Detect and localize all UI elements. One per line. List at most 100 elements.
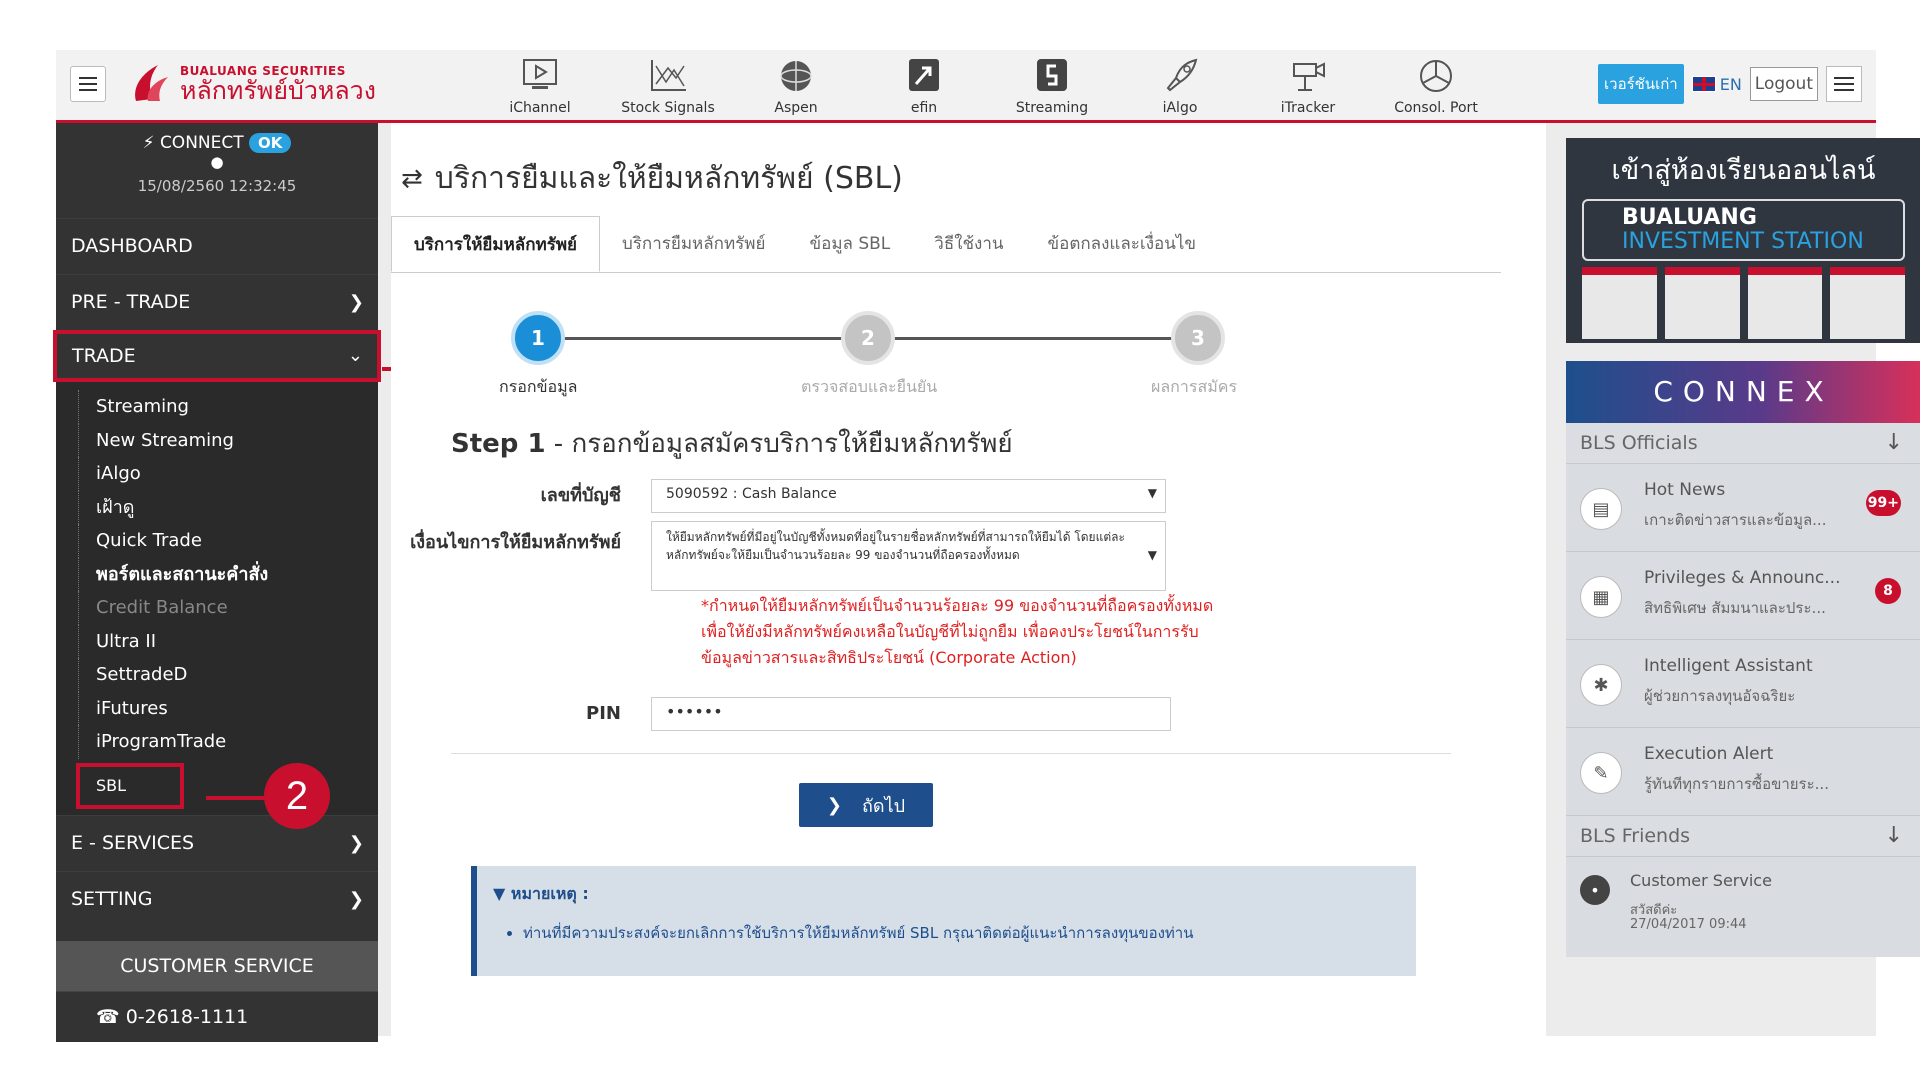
arrow-down-icon: ↓ [1884, 823, 1903, 848]
ialgo-rocket-icon [1166, 58, 1198, 92]
step-1-dot: 1 [511, 311, 565, 365]
app-stock-signals[interactable]: Stock Signals [604, 50, 732, 120]
menu-toggle-button[interactable] [70, 66, 106, 102]
gift-icon: ▦ [1580, 576, 1622, 618]
channel-subtitle: สิทธิพิเศษ สัมมนาและประ... [1644, 599, 1826, 617]
caret-down-icon: ▼ [1147, 548, 1157, 562]
submenu-settraded[interactable]: SettradeD [56, 658, 378, 692]
online-class-banner[interactable]: เข้าสู่ห้องเรียนออนไลน์ BUALUANG INVESTM… [1566, 138, 1920, 343]
pin-input[interactable]: •••••• [651, 697, 1171, 731]
app-frame: BUALUANG SECURITIES หลักทรัพย์บัวหลวง iC… [53, 50, 1920, 1042]
efin-icon [909, 59, 939, 91]
banner-screenshots [1582, 267, 1905, 339]
callout-line [206, 796, 266, 800]
nav-pre-trade[interactable]: PRE - TRADE ❯ [56, 274, 378, 330]
nav-e-services[interactable]: E - SERVICES ❯ [56, 814, 378, 871]
app-ialgo[interactable]: iAlgo [1116, 50, 1244, 120]
submenu-streaming[interactable]: Streaming [56, 390, 378, 424]
submenu-ialgo[interactable]: iAlgo [56, 457, 378, 491]
nav-trade[interactable]: TRADE ⌄ [53, 330, 381, 382]
bls-officials-section: BLS Officials ↓ ▤ Hot News เกาะติดข่าวสาร… [1566, 423, 1920, 957]
submenu-ultra-ii[interactable]: Ultra II [56, 624, 378, 659]
app-efin[interactable]: efin [860, 50, 988, 120]
remark-list: ท่านที่มีความประสงค์จะยกเลิกการใช้บริการ… [493, 921, 1400, 945]
logout-button[interactable]: Logout [1749, 67, 1818, 101]
chat-bubble-icon: • [1580, 875, 1610, 905]
step-2-label: ตรวจสอบและยืนยัน [801, 377, 938, 396]
submenu-iprogramtrade[interactable]: iProgramTrade [56, 725, 378, 759]
app-itracker[interactable]: iTracker [1244, 50, 1372, 120]
old-version-button[interactable]: เวอร์ชันเก่า [1598, 64, 1684, 104]
banner-line-2: INVESTMENT STATION [1622, 229, 1864, 254]
app-label: efin [910, 100, 938, 116]
language-switch[interactable]: EN [1691, 74, 1742, 94]
screenshot-thumb [1747, 267, 1823, 339]
swap-arrows-icon: ⇄ [401, 163, 423, 194]
sidebar: ⚡ CONNECT OK ● 15/08/2560 12:32:45 DASHB… [53, 123, 381, 1042]
brand-name-th: หลักทรัพย์บัวหลวง [180, 76, 376, 105]
arrow-down-icon: ↓ [1884, 430, 1903, 455]
account-row: เลขที่บัญชี 5090592 : Cash Balance ▼ [391, 479, 1166, 513]
friend-timestamp: 27/04/2017 09:44 [1630, 917, 1747, 932]
banner-title: เข้าสู่ห้องเรียนออนไลน์ [1611, 155, 1876, 186]
bualuang-logo[interactable]: BUALUANG SECURITIES หลักทรัพย์บัวหลวง [128, 54, 428, 114]
condition-value: ให้ยืมหลักทรัพย์ที่มีอยู่ในบัญชีทั้งหมดท… [666, 530, 1125, 562]
lightning-icon: ⚡ [142, 133, 155, 153]
tab-sbl-info[interactable]: ข้อมูล SBL [787, 216, 912, 272]
channel-privileges[interactable]: ▦ Privileges & Announc... สิทธิพิเศษ สัม… [1566, 552, 1920, 640]
app-label: Stock Signals [621, 100, 715, 116]
bls-friends-header[interactable]: BLS Friends ↓ [1566, 816, 1920, 857]
phone-link[interactable]: ☎ 0-2618-1111 [56, 990, 378, 1042]
bls-officials-header[interactable]: BLS Officials ↓ [1566, 423, 1920, 464]
account-select[interactable]: 5090592 : Cash Balance ▼ [651, 479, 1166, 513]
remark-title-text: หมายเหตุ : [510, 884, 589, 903]
app-label: Consol. Port [1394, 100, 1478, 116]
channel-title: Execution Alert [1644, 744, 1774, 764]
nav-label: E - SERVICES [71, 831, 195, 854]
submenu-quick-trade[interactable]: Quick Trade [56, 524, 378, 558]
submenu-credit-balance[interactable]: Credit Balance [56, 591, 378, 625]
friend-name: Customer Service [1630, 871, 1772, 890]
app-ichannel[interactable]: iChannel [476, 50, 604, 120]
connex-banner[interactable]: CONNEX [1566, 361, 1920, 423]
channel-intelligent-assistant[interactable]: ✱ Intelligent Assistant ผู้ช่วยการลงทุนอ… [1566, 640, 1920, 728]
banner-box: BUALUANG INVESTMENT STATION [1582, 199, 1905, 261]
submenu-portfolio-status[interactable]: พอร์ตและสถานะคำสั่ง [56, 557, 378, 592]
step-heading-bold: Step 1 [451, 429, 546, 459]
language-label: EN [1719, 74, 1742, 94]
app-label: Streaming [1015, 100, 1089, 116]
lotus-logo-icon [135, 65, 168, 101]
pin-label: PIN [586, 703, 621, 724]
login-datetime: 15/08/2560 12:32:45 [137, 177, 297, 195]
app-launcher: iChannel Stock Signals Aspen efin Stream… [476, 50, 1500, 120]
caret-down-icon: ▼ [493, 884, 506, 903]
side-menu-button[interactable] [1826, 66, 1862, 102]
tab-how-to[interactable]: วิธีใช้งาน [912, 216, 1025, 272]
pie-chart-icon [1420, 60, 1452, 92]
condition-select[interactable]: ให้ยืมหลักทรัพย์ที่มีอยู่ในบัญชีทั้งหมดท… [651, 521, 1166, 591]
channel-hot-news[interactable]: ▤ Hot News เกาะติดข่าวสารและข้อมูล... 99… [1566, 464, 1920, 552]
trade-submenu: Streaming New Streaming iAlgo เฝ้าดู Qui… [56, 382, 378, 815]
nav-setting[interactable]: SETTING ❯ [56, 870, 378, 927]
tab-terms[interactable]: ข้อตกลงและเงื่อนไข [1026, 216, 1219, 272]
remark-item: ท่านที่มีความประสงค์จะยกเลิกการใช้บริการ… [523, 921, 1400, 945]
customer-service-header: CUSTOMER SERVICE [56, 940, 378, 991]
app-streaming[interactable]: Streaming [988, 50, 1116, 120]
tab-lending[interactable]: บริการให้ยืมหลักทรัพย์ [391, 216, 600, 272]
next-button[interactable]: ❯ ถัดไป [799, 783, 933, 827]
screenshot-thumb [1830, 267, 1905, 339]
submenu-ifutures[interactable]: iFutures [56, 691, 378, 726]
tab-borrowing[interactable]: บริการยืมหลักทรัพย์ [600, 216, 787, 272]
news-icon: ▤ [1580, 488, 1622, 530]
submenu-new-streaming[interactable]: New Streaming [56, 423, 378, 458]
unread-badge: 99+ [1865, 490, 1901, 516]
nav-label: PRE - TRADE [71, 291, 191, 313]
app-aspen[interactable]: Aspen [732, 50, 860, 120]
tab-bar: บริการให้ยืมหลักทรัพย์ บริการยืมหลักทรัพ… [391, 216, 1501, 273]
submenu-watch[interactable]: เฝ้าดู [56, 490, 378, 525]
friend-customer-service[interactable]: • Customer Service สวัสดีค่ะ 27/04/2017 … [1566, 857, 1920, 957]
channel-execution-alert[interactable]: ✎ Execution Alert รู้ทันทีทุกรายการซื้อข… [1566, 728, 1920, 816]
app-consol-port[interactable]: Consol. Port [1372, 50, 1500, 120]
submenu-sbl[interactable]: SBL [76, 762, 184, 809]
nav-dashboard[interactable]: DASHBOARD [56, 218, 378, 274]
